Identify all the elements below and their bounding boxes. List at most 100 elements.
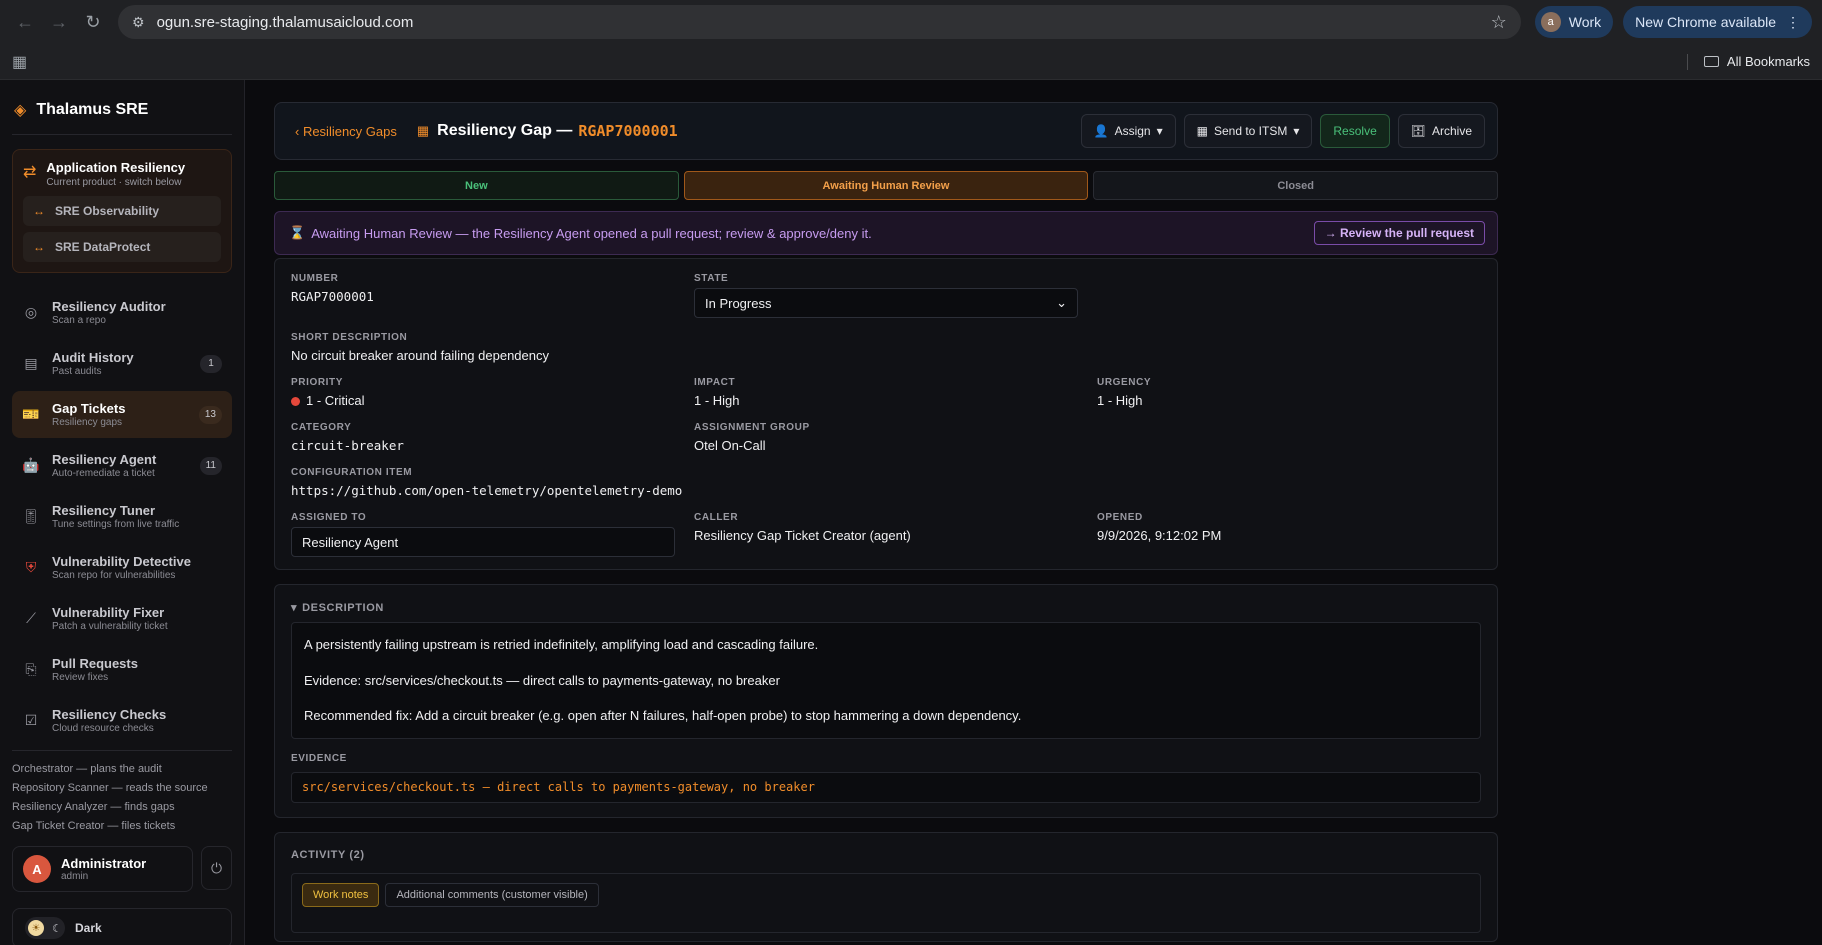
profile-label: Work xyxy=(1568,14,1602,30)
apps-grid-icon[interactable]: ▦ xyxy=(12,52,27,72)
ticket-grid-icon: ▦ xyxy=(416,123,430,138)
bandage-icon: ⟋ xyxy=(26,610,36,626)
configuration-item-value: https://github.com/open-telemetry/opente… xyxy=(291,483,683,498)
pull-request-icon: ⎘ xyxy=(25,661,37,677)
more-vert-icon[interactable]: ⋮ xyxy=(1786,14,1800,31)
count-badge: 1 xyxy=(200,354,222,373)
nav-title: Resiliency Tuner xyxy=(52,503,156,518)
header-actions: 👤 Assign ▾ ▦ Send to ITSM ▾ Resolve 🗄 Archive xyxy=(1080,114,1485,148)
nav-title: Resiliency Auditor xyxy=(52,299,166,314)
nav-subtitle: Patch a vulnerability ticket xyxy=(52,621,168,632)
ticket-number: RGAP7000001 xyxy=(578,122,678,140)
forward-arrow-icon[interactable]: → xyxy=(44,7,74,37)
resolve-button[interactable]: Resolve xyxy=(1320,114,1390,148)
priority-value: 1 - Critical xyxy=(306,393,365,408)
review-pull-request-button[interactable]: → Review the pull request xyxy=(1313,221,1485,245)
chevron-down-icon: ⌄ xyxy=(1056,295,1067,310)
state-select[interactable]: In Progress ⌄ xyxy=(694,288,1078,318)
nav-title: Resiliency Checks xyxy=(52,707,167,722)
field-label: OPENED xyxy=(1097,512,1143,523)
sidebar-item-vulnerability-detective[interactable]: ⛨ Vulnerability Detective Scan repo for v… xyxy=(12,544,232,591)
url-text[interactable]: ogun.sre-staging.thalamusaicloud.com xyxy=(157,14,1479,31)
all-bookmarks-button[interactable]: All Bookmarks xyxy=(1703,54,1810,69)
product-option-dataprotect[interactable]: ↔ SRE DataProtect xyxy=(23,232,221,262)
back-arrow-icon[interactable]: ← xyxy=(10,7,40,37)
sidebar-item-resiliency-checks[interactable]: ☑ Resiliency Checks Cloud resource checks xyxy=(12,697,232,744)
description-toggle[interactable]: ▾ DESCRIPTION xyxy=(291,601,1481,615)
field-label: CALLER xyxy=(694,512,739,523)
field-label: CONFIGURATION ITEM xyxy=(291,467,413,478)
sidebar-item-pull-requests[interactable]: ⎘ Pull Requests Review fixes xyxy=(12,646,232,693)
archive-icon: 🗄 xyxy=(1410,124,1426,138)
archive-button[interactable]: 🗄 Archive xyxy=(1397,114,1485,148)
sidebar-item-gap-tickets[interactable]: 🎫 Gap Tickets Resiliency gaps 13 xyxy=(12,391,232,438)
nav-title: Resiliency Agent xyxy=(52,452,157,467)
swap-arrow-icon: ↔ xyxy=(33,204,45,218)
user-card[interactable]: A Administrator admin xyxy=(12,846,193,892)
activity-section: ACTIVITY (2) Work notes Additional comme… xyxy=(274,831,1498,942)
agent-line: Resiliency Analyzer — finds gaps xyxy=(12,801,175,813)
field-label: NUMBER xyxy=(291,273,339,284)
logout-power-icon[interactable]: ⏻ xyxy=(201,846,232,890)
ticket-header: ‹ Resiliency Gaps ▦ Resiliency Gap — RGA… xyxy=(274,102,1498,160)
assign-button[interactable]: 👤 Assign ▾ xyxy=(1080,114,1176,148)
sidebar-item-resiliency-agent[interactable]: 🤖 Resiliency Agent Auto-remediate a ticke… xyxy=(12,442,232,489)
number-value: RGAP7000001 xyxy=(291,289,374,304)
evidence-box: src/services/checkout.ts — direct calls … xyxy=(291,771,1481,803)
product-subtitle: Current product · switch below xyxy=(46,177,182,188)
theme-toggle[interactable]: ☀ ☾ Dark xyxy=(12,908,232,945)
description-section: ▾ DESCRIPTION A persistently failing upst… xyxy=(274,584,1498,818)
sun-icon: ☀ xyxy=(28,920,44,936)
sidebar-item-resiliency-auditor[interactable]: ◎ Resiliency Auditor Scan a repo xyxy=(12,289,232,336)
brand[interactable]: ◈ Thalamus SRE xyxy=(12,96,232,135)
activity-composer: Work notes Additional comments (customer… xyxy=(291,872,1481,933)
field-label: IMPACT xyxy=(694,377,736,388)
nav-subtitle: Resiliency gaps xyxy=(52,417,123,428)
current-product[interactable]: ⇄ Application Resiliency Current product… xyxy=(23,160,221,188)
sidebar-item-vulnerability-fixer[interactable]: ⟋ Vulnerability Fixer Patch a vulnerabili… xyxy=(12,595,232,642)
count-badge: 13 xyxy=(198,405,222,424)
sidebar-item-resiliency-tuner[interactable]: 🎚 Resiliency Tuner Tune settings from liv… xyxy=(12,493,232,540)
nav-subtitle: Scan a repo xyxy=(52,315,106,326)
address-bar[interactable]: ⚙ ogun.sre-staging.thalamusaicloud.com ☆ xyxy=(118,5,1521,39)
sidebar-item-audit-history[interactable]: ▤ Audit History Past audits 1 xyxy=(12,340,232,387)
avatar: A xyxy=(23,855,51,883)
activity-title: ACTIVITY (2) xyxy=(291,848,365,861)
breadcrumb[interactable]: ‹ Resiliency Gaps xyxy=(295,124,397,139)
field-label: URGENCY xyxy=(1097,377,1152,388)
agent-line: Repository Scanner — reads the source xyxy=(12,782,208,794)
send-to-itsm-button[interactable]: ▦ Send to ITSM ▾ xyxy=(1183,114,1313,148)
tab-work-notes[interactable]: Work notes xyxy=(302,882,380,907)
page-title: Resiliency Gap — xyxy=(437,122,573,139)
category-value: circuit-breaker xyxy=(291,438,404,453)
banner-text: Awaiting Human Review — the Resiliency A… xyxy=(311,225,872,241)
opened-value: 9/9/2026, 9:12:02 PM xyxy=(1097,528,1222,543)
description-label: DESCRIPTION xyxy=(302,601,384,614)
site-info-icon[interactable]: ⚙ xyxy=(132,14,145,31)
assigned-to-field[interactable]: Resiliency Agent xyxy=(291,527,675,557)
stage-awaiting-review: Awaiting Human Review xyxy=(683,171,1089,200)
nav-title: Pull Requests xyxy=(52,656,138,671)
product-option-label: SRE Observability xyxy=(55,204,160,218)
update-label: New Chrome available xyxy=(1635,14,1776,30)
bookmark-star-icon[interactable]: ☆ xyxy=(1491,12,1507,33)
stage-new: New xyxy=(274,171,679,200)
reload-icon[interactable]: ↻ xyxy=(78,7,108,37)
nav-subtitle: Scan repo for vulnerabilities xyxy=(52,570,176,581)
caret-down-icon: ▾ xyxy=(1156,124,1163,138)
tab-additional-comments[interactable]: Additional comments (customer visible) xyxy=(385,882,599,907)
sidebar: ◈ Thalamus SRE ⇄ Application Resiliency … xyxy=(0,80,245,945)
person-icon: 👤 xyxy=(1093,124,1109,138)
product-switcher: ⇄ Application Resiliency Current product… xyxy=(12,149,232,273)
chrome-update-button[interactable]: New Chrome available ⋮ xyxy=(1623,6,1812,38)
review-banner: ⌛ Awaiting Human Review — the Resiliency… xyxy=(274,211,1498,255)
bookmarks-divider xyxy=(1686,53,1688,70)
product-option-observability[interactable]: ↔ SRE Observability xyxy=(23,196,221,226)
evidence-label: EVIDENCE xyxy=(291,752,347,764)
profile-button[interactable]: a Work xyxy=(1534,6,1614,38)
nav-subtitle: Review fixes xyxy=(52,672,109,683)
profile-avatar: a xyxy=(1540,12,1561,32)
theme-switch[interactable]: ☀ ☾ xyxy=(25,917,65,939)
field-label: ASSIGNED TO xyxy=(291,512,367,523)
nav-title: Vulnerability Detective xyxy=(52,554,191,569)
